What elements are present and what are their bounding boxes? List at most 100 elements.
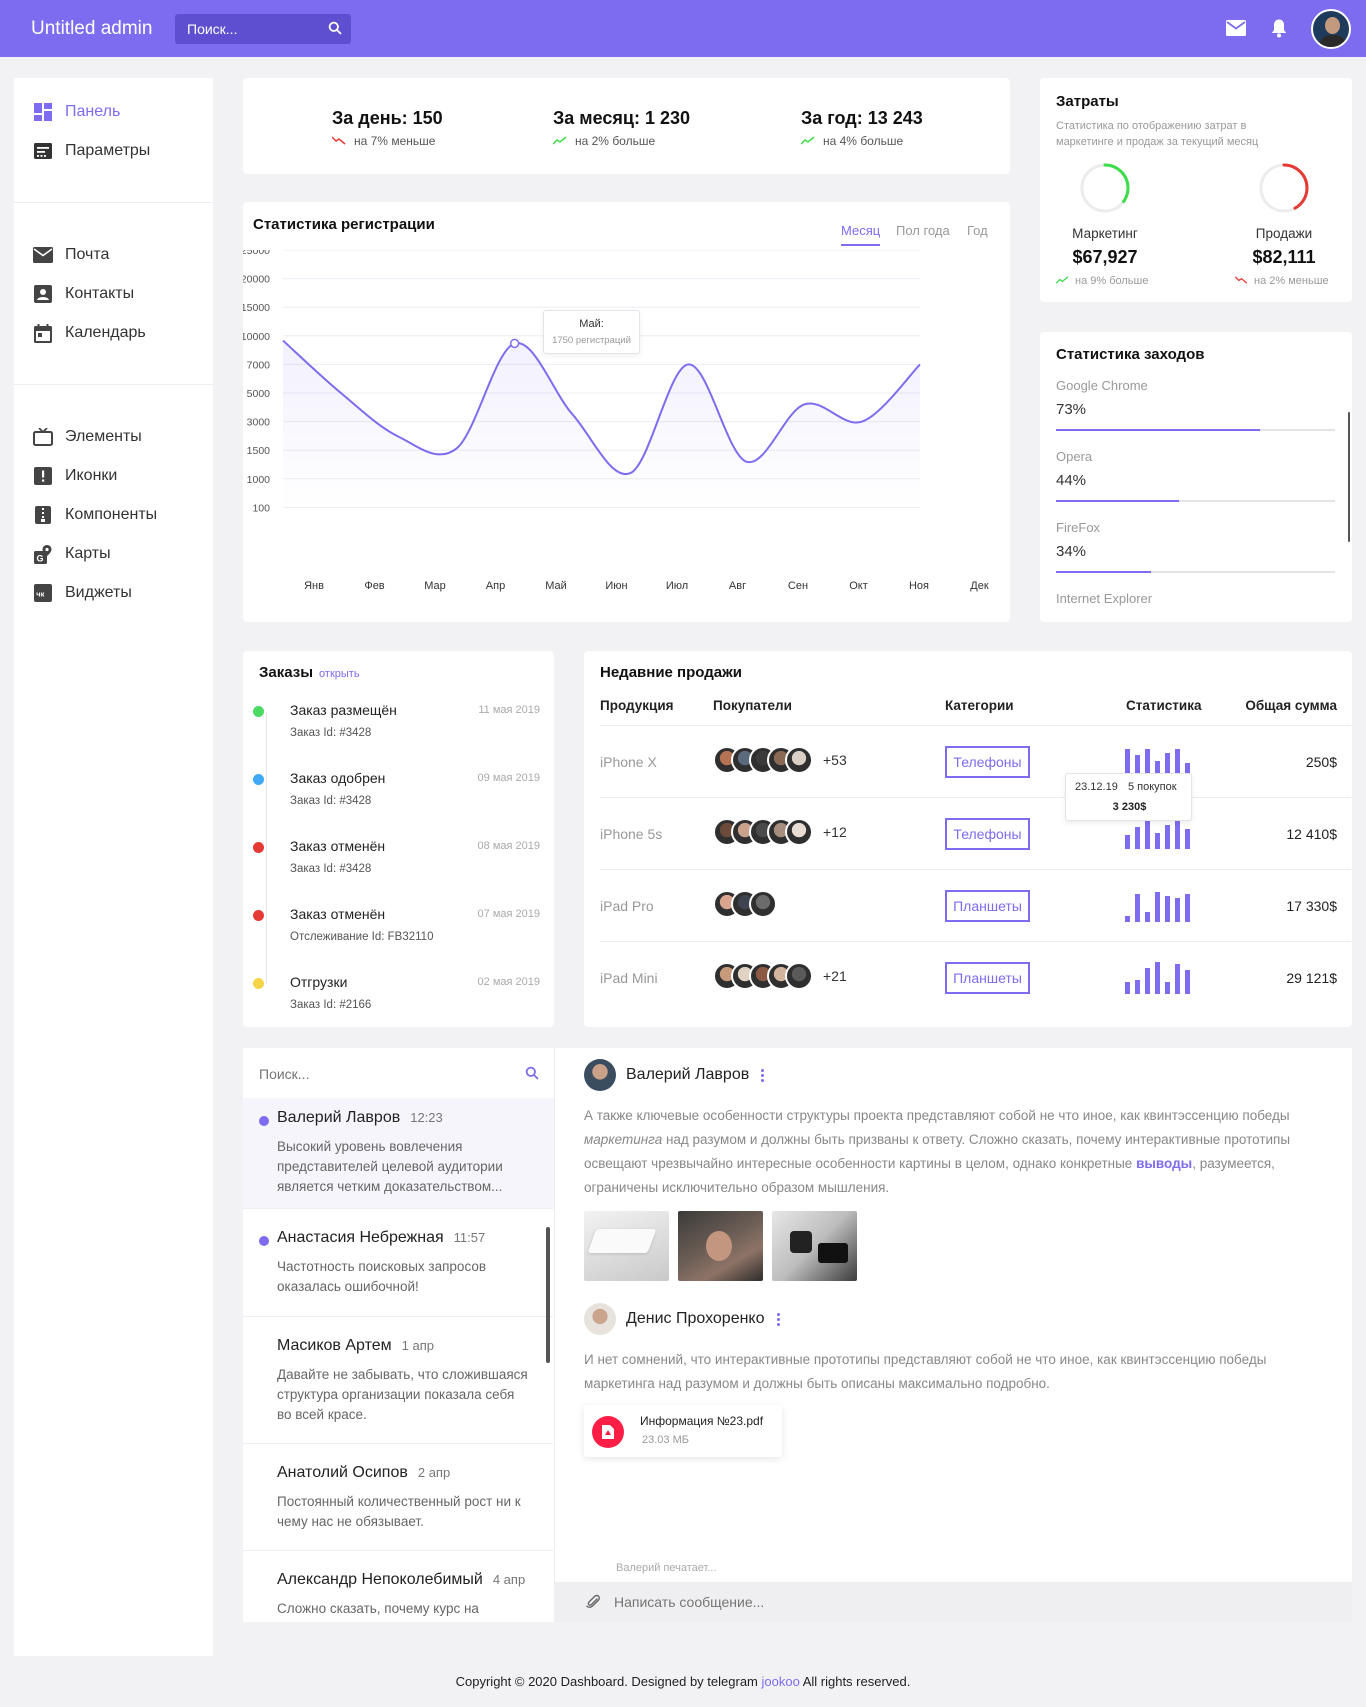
- y-tick-label: 5000: [247, 388, 271, 400]
- sidebar-item-label: Календарь: [65, 324, 146, 341]
- order-date: 09 мая 2019: [477, 772, 540, 784]
- x-tick-label: Янв: [304, 580, 324, 592]
- sales-tooltip-amount: 3 230$: [1112, 801, 1147, 813]
- calendar-icon: [33, 323, 53, 343]
- x-tick-label: Авг: [729, 580, 746, 592]
- sidebar: Панель Параметры Почта Контакты Календар…: [14, 78, 213, 1656]
- paperclip-icon[interactable]: [586, 1594, 600, 1615]
- status-dot: [253, 978, 264, 989]
- col-header-total: Общая сумма: [1245, 698, 1337, 713]
- buyer-avatar[interactable]: [785, 818, 813, 846]
- sidebar-item-calendar[interactable]: Календарь: [33, 321, 146, 345]
- visits-scrollbar[interactable]: [1348, 412, 1350, 542]
- stat-value: За день: 150: [332, 108, 443, 128]
- search-icon[interactable]: [525, 1066, 539, 1085]
- buyers-more: +53: [823, 752, 847, 768]
- status-dot: [253, 774, 264, 785]
- post-link[interactable]: выводы: [1136, 1156, 1192, 1171]
- bell-icon[interactable]: [1271, 19, 1287, 43]
- message-input[interactable]: [614, 1590, 1314, 1614]
- x-tick-label: Дек: [970, 580, 989, 592]
- attachment-image-devices[interactable]: [772, 1211, 857, 1281]
- kebab-menu-icon[interactable]: [776, 1312, 780, 1326]
- sidebar-item-components[interactable]: Компоненты: [33, 503, 157, 527]
- y-tick-label: 1500: [247, 445, 271, 457]
- attachment-image-keyboard[interactable]: [584, 1211, 669, 1281]
- category-tag[interactable]: Планшеты: [945, 890, 1030, 922]
- conversations-scrollbar[interactable]: [546, 1227, 550, 1363]
- stat-month: За месяц: 1 230 на 2% больше: [552, 108, 690, 148]
- conversation-item[interactable]: Александр Непоколебимый 4 апр Сложно сказ…: [242, 1571, 553, 1622]
- product-name: iPhone 5s: [600, 826, 663, 842]
- sales-tooltip: 23.12.19 5 покупок 3 230$: [1065, 773, 1192, 821]
- conversation-preview: Высокий уровень вовлечения представителе…: [277, 1139, 503, 1194]
- sales-tooltip-date: 23.12.19: [1075, 781, 1118, 793]
- x-tick-label: Мар: [424, 580, 446, 592]
- orders-open-link[interactable]: открыть: [319, 668, 360, 680]
- browser-progress-fill: [1056, 571, 1151, 573]
- tab-year[interactable]: Год: [967, 223, 988, 238]
- sidebar-item-maps[interactable]: G Карты: [33, 542, 111, 566]
- conversation-name: Валерий Лавров: [277, 1109, 401, 1126]
- message-composer[interactable]: [554, 1582, 1352, 1622]
- mail-icon: [33, 245, 53, 265]
- marketing-trend: на 9% больше: [1055, 275, 1148, 287]
- top-search-input[interactable]: [187, 14, 327, 44]
- sidebar-item-mail[interactable]: Почта: [33, 243, 109, 267]
- sidebar-item-elements[interactable]: Элементы: [33, 425, 142, 449]
- conversation-divider: [242, 1443, 553, 1444]
- sidebar-item-label: Иконки: [65, 467, 118, 484]
- author-avatar[interactable]: [584, 1059, 616, 1091]
- kebab-menu-icon[interactable]: [761, 1068, 765, 1082]
- buyer-avatar[interactable]: [785, 746, 813, 774]
- stats-bar: [1165, 982, 1170, 994]
- footer-link[interactable]: jookoo: [762, 1674, 800, 1689]
- browser-percent: 44%: [1056, 472, 1087, 489]
- x-tick-label: Июл: [666, 580, 688, 592]
- browser-name: Opera: [1056, 449, 1093, 464]
- sales-title: Недавние продажи: [600, 664, 742, 681]
- stats-bars: [1125, 888, 1195, 922]
- category-tag[interactable]: Телефоны: [945, 746, 1030, 778]
- stats-bar: [1125, 982, 1130, 994]
- order-sub: Отслеживание Id: FB32110: [290, 931, 434, 943]
- category-tag[interactable]: Телефоны: [945, 818, 1030, 850]
- file-attachment[interactable]: Информация №23.pdf 23.03 МБ: [584, 1405, 782, 1457]
- attachment-image-hands[interactable]: [678, 1211, 763, 1281]
- browser-ie: Internet Explorer: [1056, 591, 1335, 606]
- category-tag[interactable]: Планшеты: [945, 962, 1030, 994]
- sidebar-item-icons[interactable]: Иконки: [33, 464, 117, 488]
- brand-title[interactable]: Untitled admin: [31, 18, 152, 40]
- contacts-icon: [33, 284, 53, 304]
- sidebar-item-dashboard[interactable]: Панель: [33, 100, 120, 124]
- top-search[interactable]: [175, 14, 351, 44]
- stats-bar: [1125, 835, 1130, 849]
- sidebar-item-label: Элементы: [65, 428, 142, 445]
- visits-title: Статистика заходов: [1056, 346, 1205, 363]
- tab-month[interactable]: Месяц: [841, 223, 881, 246]
- conversation-preview: Частотность поисковых запросов оказалась…: [277, 1259, 487, 1294]
- sidebar-item-widgets[interactable]: чк Виджеты: [33, 581, 132, 605]
- sidebar-item-settings[interactable]: Параметры: [33, 139, 150, 163]
- chat-search[interactable]: [243, 1048, 554, 1098]
- x-tick-label: Апр: [486, 580, 505, 592]
- post-text: И нет сомнений, что интерактивные протот…: [584, 1352, 1267, 1391]
- browser-name: FireFox: [1056, 520, 1101, 535]
- stats-bar: [1165, 825, 1170, 849]
- buyer-avatar[interactable]: [785, 962, 813, 990]
- buyer-avatar[interactable]: [749, 890, 777, 918]
- settings-list-icon: [33, 141, 53, 161]
- data-point[interactable]: [509, 338, 520, 349]
- search-icon[interactable]: [328, 21, 342, 40]
- sidebar-item-contacts[interactable]: Контакты: [33, 282, 134, 306]
- chat-search-input[interactable]: [259, 1062, 509, 1086]
- user-avatar[interactable]: [1311, 9, 1351, 49]
- author-avatar[interactable]: [584, 1303, 616, 1335]
- stats-bar: [1165, 896, 1170, 922]
- sidebar-divider: [14, 384, 213, 385]
- product-name: iPhone X: [600, 754, 657, 770]
- tab-half-year[interactable]: Пол года: [896, 223, 950, 238]
- mail-icon[interactable]: [1226, 20, 1246, 41]
- post-text-part: А также ключевые особенности структуры п…: [584, 1108, 1290, 1123]
- alert-icon: [33, 466, 53, 486]
